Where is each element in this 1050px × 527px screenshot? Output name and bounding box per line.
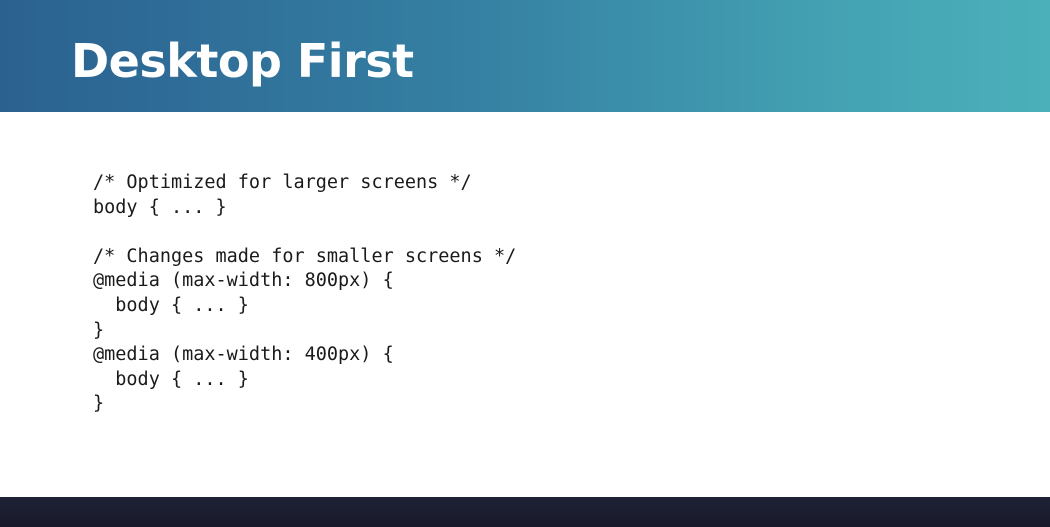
code-line: body { ... } [93, 368, 249, 390]
code-line: /* Changes made for smaller screens */ [93, 245, 517, 267]
slide: Desktop First /* Optimized for larger sc… [0, 0, 1050, 527]
code-line: } [93, 319, 105, 341]
player-bottom-bar [0, 497, 1050, 527]
slide-header: Desktop First [0, 0, 1050, 112]
code-line: @media (max-width: 400px) { [93, 344, 394, 366]
code-line: body { ... } [93, 294, 249, 316]
slide-title: Desktop First [71, 34, 414, 88]
code-line: /* Optimized for larger screens */ [93, 172, 472, 193]
code-block: /* Optimized for larger screens */ body {… [93, 171, 516, 417]
code-line: } [93, 393, 105, 415]
code-line: body { ... } [93, 196, 227, 218]
code-line: @media (max-width: 800px) { [93, 270, 394, 292]
